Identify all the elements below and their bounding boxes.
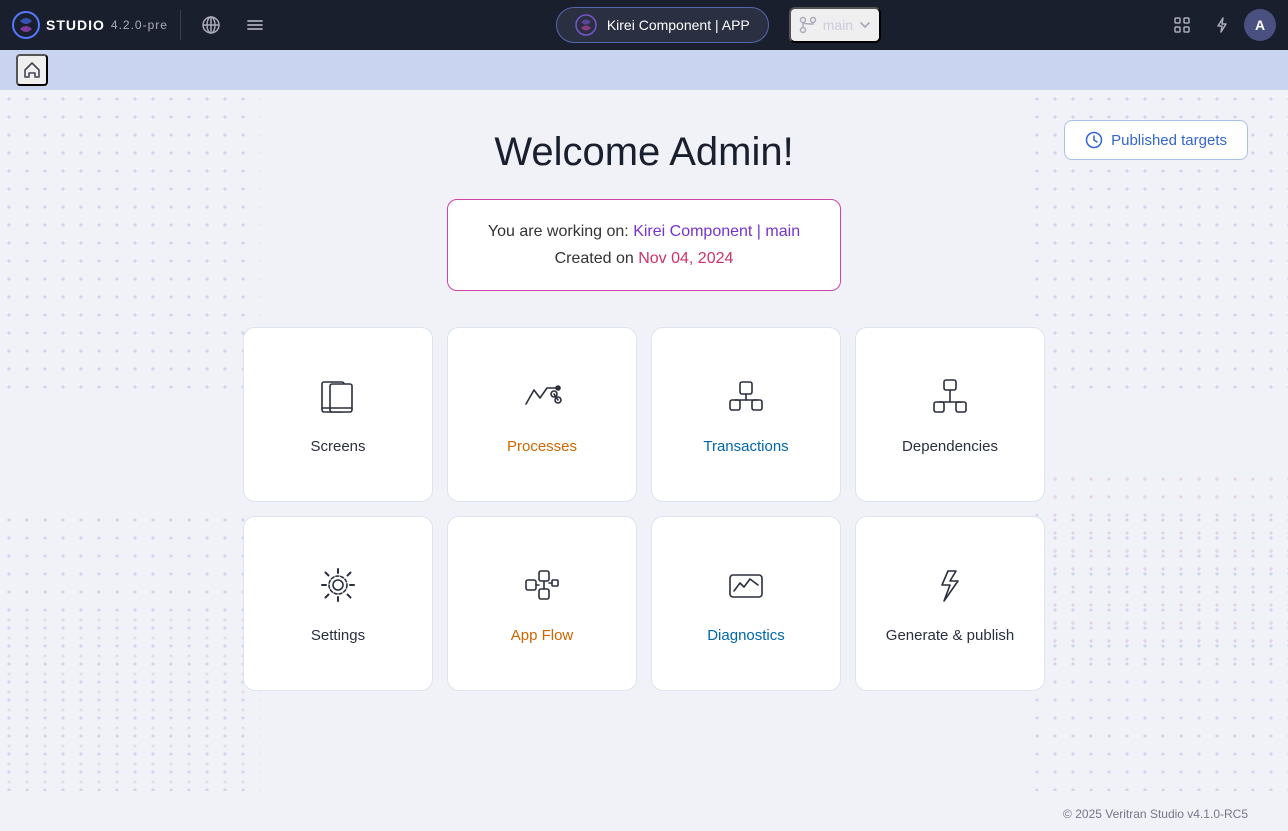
- studio-label: STUDIO: [46, 17, 105, 33]
- lightning-icon: [1212, 15, 1232, 35]
- processes-label: Processes: [507, 438, 577, 455]
- cards-grid: Screens Processes: [40, 327, 1248, 691]
- grid-icon: [1172, 15, 1192, 35]
- transactions-icon: [724, 374, 768, 424]
- welcome-title: Welcome Admin!: [40, 130, 1248, 175]
- card-generate-publish[interactable]: Generate & publish: [855, 516, 1045, 691]
- home-button[interactable]: [16, 54, 48, 86]
- welcome-section: Welcome Admin! You are working on: Kirei…: [40, 130, 1248, 291]
- top-nav: STUDIO 4.2.0-pre Kirei Component | APP: [0, 0, 1288, 50]
- processes-icon: [520, 374, 564, 424]
- card-screens[interactable]: Screens: [243, 327, 433, 502]
- card-diagnostics[interactable]: Diagnostics: [651, 516, 841, 691]
- working-on-project: Kirei Component | main: [633, 223, 800, 240]
- screens-label: Screens: [310, 438, 365, 455]
- nav-right: A: [1164, 7, 1276, 43]
- card-transactions[interactable]: Transactions: [651, 327, 841, 502]
- generate-publish-icon: [928, 563, 972, 613]
- project-label: Kirei Component | APP: [607, 17, 750, 33]
- working-on-line1: You are working on: Kirei Component | ma…: [488, 218, 800, 245]
- created-on-prefix: Created on: [555, 250, 639, 267]
- app-flow-label: App Flow: [511, 627, 574, 644]
- diagnostics-label: Diagnostics: [707, 627, 785, 644]
- footer: © 2025 Veritran Studio v4.1.0-RC5: [1063, 807, 1248, 821]
- generate-publish-label: Generate & publish: [886, 627, 1014, 644]
- avatar-label: A: [1255, 17, 1265, 33]
- logo-icon: [12, 11, 40, 39]
- home-icon: [22, 60, 42, 80]
- secondary-nav: [0, 50, 1288, 90]
- menu-button[interactable]: [237, 7, 273, 43]
- grid-button[interactable]: [1164, 7, 1200, 43]
- branch-button[interactable]: main: [789, 7, 881, 43]
- project-button[interactable]: Kirei Component | APP: [556, 7, 769, 43]
- created-on-date: Nov 04, 2024: [638, 250, 733, 267]
- globe-button[interactable]: [193, 7, 229, 43]
- main-content: Published targets Welcome Admin! You are…: [0, 90, 1288, 831]
- dependencies-label: Dependencies: [902, 438, 998, 455]
- card-processes[interactable]: Processes: [447, 327, 637, 502]
- transactions-label: Transactions: [703, 438, 788, 455]
- hamburger-icon: [245, 15, 265, 35]
- app-flow-icon: [520, 563, 564, 613]
- settings-icon: [316, 563, 360, 613]
- card-app-flow[interactable]: App Flow: [447, 516, 637, 691]
- globe-icon: [201, 15, 221, 35]
- dependencies-icon: [928, 374, 972, 424]
- working-on-box: You are working on: Kirei Component | ma…: [447, 199, 841, 291]
- lightning-button[interactable]: [1204, 7, 1240, 43]
- branch-icon: [799, 16, 817, 34]
- card-settings[interactable]: Settings: [243, 516, 433, 691]
- nav-divider-1: [180, 10, 181, 40]
- branch-label: main: [823, 17, 853, 33]
- kirei-icon: [575, 14, 597, 36]
- working-on-prefix: You are working on:: [488, 223, 633, 240]
- avatar-button[interactable]: A: [1244, 9, 1276, 41]
- studio-version: 4.2.0-pre: [111, 18, 168, 32]
- studio-logo: STUDIO 4.2.0-pre: [12, 11, 168, 39]
- copyright-text: © 2025 Veritran Studio v4.1.0-RC5: [1063, 807, 1248, 821]
- nav-center: Kirei Component | APP main: [281, 7, 1156, 43]
- chevron-down-icon: [859, 19, 871, 31]
- diagnostics-icon: [724, 563, 768, 613]
- card-dependencies[interactable]: Dependencies: [855, 327, 1045, 502]
- screens-icon: [316, 374, 360, 424]
- settings-label: Settings: [311, 627, 365, 644]
- working-on-line2: Created on Nov 04, 2024: [488, 245, 800, 272]
